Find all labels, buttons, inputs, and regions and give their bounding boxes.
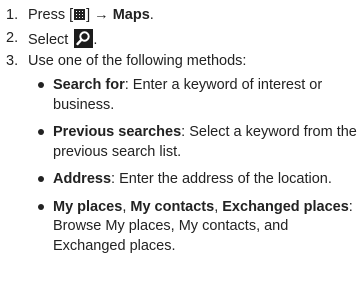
list-item: Search for: Enter a keyword of interest … (38, 76, 361, 115)
methods-list: Search for: Enter a keyword of interest … (38, 76, 361, 264)
method-label: Address (53, 171, 112, 187)
menu-key-icon (74, 9, 86, 20)
step-1-prefix: Press [ (28, 7, 74, 23)
step-2: 2. Select . (6, 29, 97, 51)
list-item: Address: Enter the address of the locati… (38, 170, 361, 190)
bullet-icon (38, 176, 44, 182)
bullet-icon (38, 82, 44, 88)
step-1: 1. Press [ ] → Maps. (6, 6, 154, 28)
bullet-icon (38, 203, 44, 210)
step-3: 3. Use one of the following methods: (6, 52, 246, 74)
step-number: 1. (6, 7, 19, 23)
step-number: 3. (6, 53, 19, 69)
method-label: My places (53, 198, 123, 215)
search-icon (74, 29, 94, 48)
step-number: 2. (6, 30, 19, 46)
method-description: : Enter the address of the location. (111, 171, 332, 187)
step-1-suffix: ] → (86, 7, 109, 23)
bullet-icon (38, 129, 44, 135)
step-2-prefix: Select (28, 32, 69, 48)
maps-label: Maps (112, 7, 150, 23)
method-label: Previous searches (53, 124, 182, 140)
list-item: Previous searches: Select a keyword from… (38, 123, 361, 162)
method-label: Search for (53, 77, 125, 93)
step-2-end: . (93, 32, 98, 48)
method-label: My contacts (130, 198, 215, 215)
step-1-end: . (149, 7, 154, 23)
step-3-text: Use one of the following methods: (28, 53, 247, 69)
list-item: My places, My contacts, Exchanged places… (38, 198, 361, 257)
method-label: Exchanged places (222, 198, 349, 215)
